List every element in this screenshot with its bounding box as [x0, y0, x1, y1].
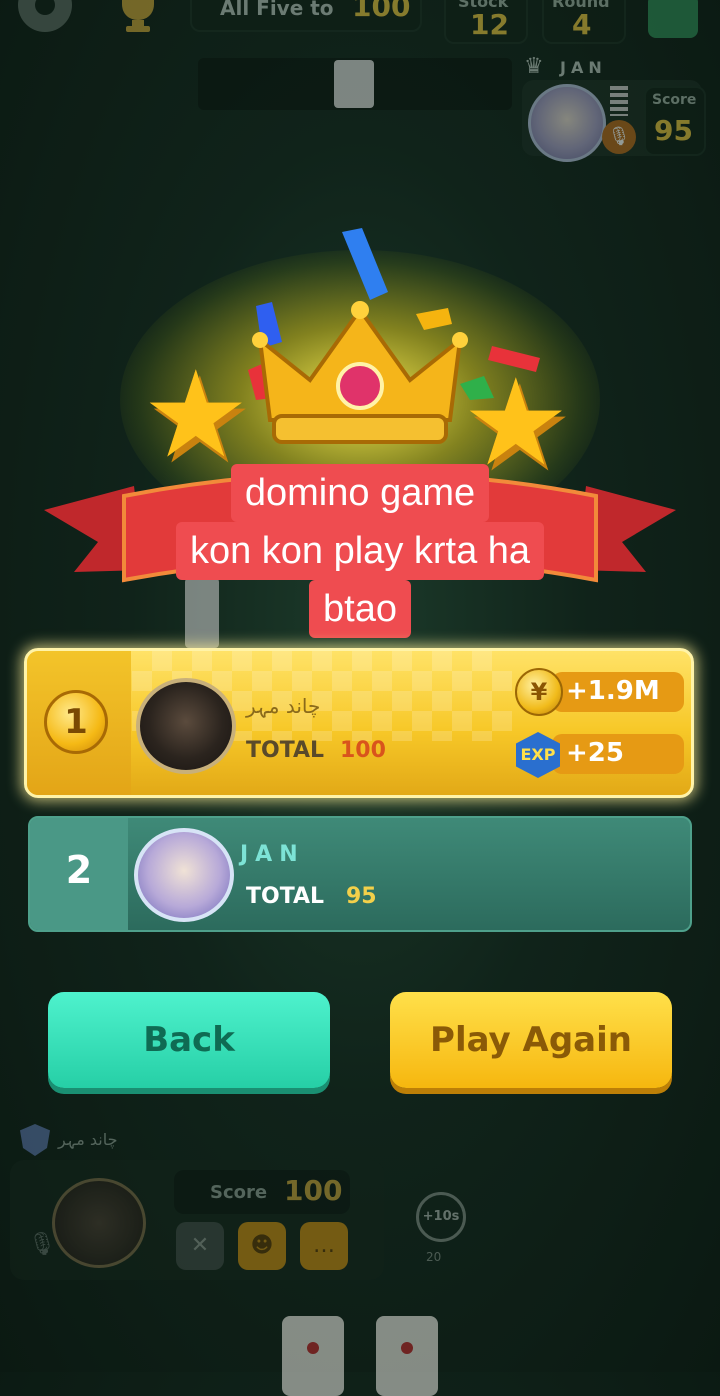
turn-progress-thumb — [334, 60, 374, 108]
winner-total-label: TOTAL — [246, 738, 325, 763]
caption-line-3: btao — [309, 580, 411, 638]
crown-icon — [252, 301, 468, 444]
winner-total-value: 100 — [340, 738, 386, 763]
second-name: JAN — [240, 842, 305, 867]
goal-label: All Five to — [220, 0, 334, 20]
second-avatar[interactable] — [134, 828, 234, 922]
microphone-off-icon[interactable]: 🎙 — [28, 1232, 56, 1257]
microphone-icon[interactable]: 🎙 — [602, 120, 636, 154]
goal-value: 100 — [352, 0, 411, 23]
rank-number: 2 — [65, 848, 93, 892]
signal-bars-icon — [610, 86, 628, 116]
mute-button[interactable]: ✕ — [176, 1222, 224, 1270]
player-avatar[interactable] — [52, 1178, 146, 1268]
second-total-value: 95 — [346, 884, 377, 909]
stock-value: 12 — [470, 8, 509, 41]
time-bonus-button[interactable]: +10s — [416, 1192, 466, 1242]
caption-line-3-wrapper: btao — [0, 580, 720, 638]
coin-reward-value: +1.9M — [566, 676, 660, 706]
opponent-score-label: Score — [652, 92, 697, 108]
player-score-value: 100 — [284, 1174, 343, 1207]
winner-name: چاند مہر — [246, 694, 321, 718]
opponent-name: JAN — [560, 58, 607, 77]
gold-medal-icon: 1 — [44, 690, 108, 754]
settings-gear-icon[interactable] — [18, 0, 72, 32]
player-name: چاند مہر — [58, 1130, 118, 1149]
caption-line-1-wrapper: domino game — [0, 464, 720, 522]
chat-button[interactable]: … — [300, 1222, 348, 1270]
trophy-icon[interactable] — [112, 0, 164, 34]
shop-bag-icon[interactable] — [648, 0, 698, 38]
emoji-button[interactable]: ☻ — [238, 1222, 286, 1270]
back-button[interactable]: Back — [48, 992, 330, 1088]
caption-line-2: kon kon play krta ha — [175, 522, 545, 580]
crown-icon: ♛ — [524, 54, 544, 79]
domino-hand-tile[interactable] — [376, 1316, 438, 1396]
round-value: 4 — [572, 8, 592, 41]
opponent-score-value: 95 — [654, 114, 693, 147]
caption-line-1: domino game — [230, 464, 490, 522]
opponent-avatar[interactable] — [528, 84, 606, 162]
coin-icon: ¥ — [515, 668, 563, 716]
player-score-label: Score — [210, 1182, 268, 1203]
play-again-button[interactable]: Play Again — [390, 992, 672, 1088]
time-bonus-cost: 20 — [426, 1250, 442, 1264]
second-total-label: TOTAL — [246, 884, 325, 909]
star-icon-left: ★ — [142, 346, 250, 485]
caption-line-2-wrapper: kon kon play krta ha — [0, 522, 720, 580]
domino-hand-tile[interactable] — [282, 1316, 344, 1396]
exp-reward-value: +25 — [566, 738, 624, 768]
winner-avatar[interactable] — [136, 678, 236, 774]
shield-icon — [20, 1124, 50, 1156]
